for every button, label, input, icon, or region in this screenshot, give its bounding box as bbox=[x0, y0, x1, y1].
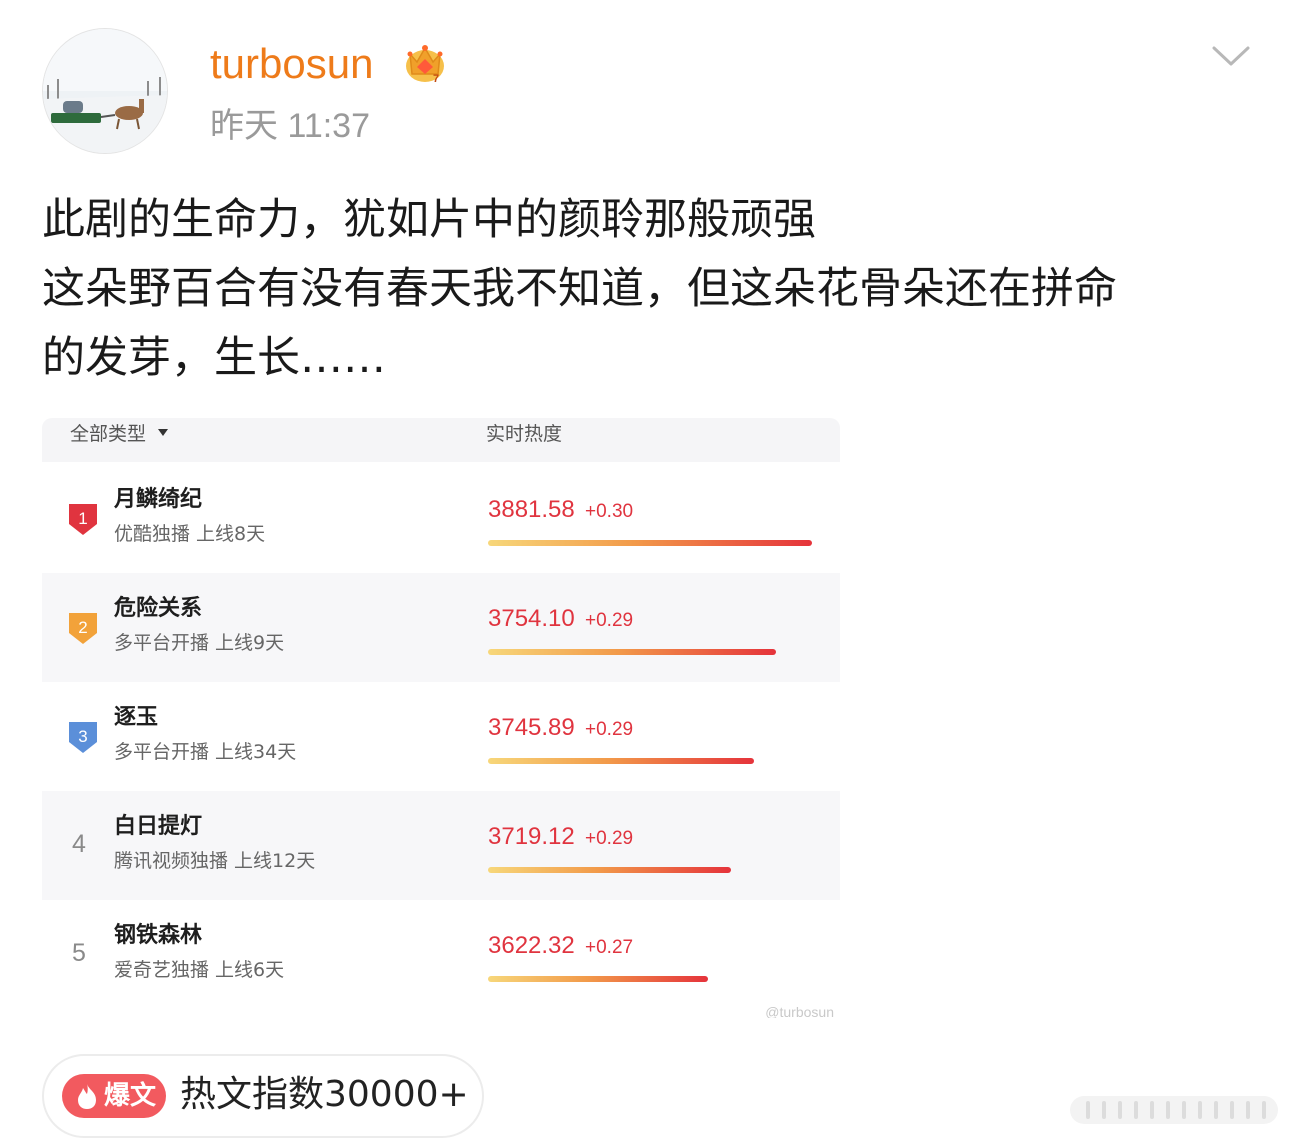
post-text-line: 这朵野百合有没有春天我不知道，但这朵花骨朵还在拼命 bbox=[42, 264, 1117, 314]
heat-score: 3881.58 bbox=[488, 496, 575, 523]
show-subtitle: 爱奇艺独播 上线6天 bbox=[114, 959, 285, 981]
hot-tag-label: 爆文 bbox=[104, 1081, 157, 1111]
show-subtitle: 优酷独播 上线8天 bbox=[114, 523, 266, 545]
heat-delta: +0.29 bbox=[585, 610, 634, 631]
post-body: 此剧的生命力，犹如片中的颜聆那般顽强 这朵野百合有没有春天我不知道，但这朵花骨朵… bbox=[42, 186, 1252, 393]
ranking-row: 3 逐玉 多平台开播 上线34天 3745.89 +0.29 bbox=[42, 682, 840, 791]
svg-text:7: 7 bbox=[433, 73, 439, 85]
hot-tag: 爆文 bbox=[62, 1074, 166, 1118]
heat-bar bbox=[488, 867, 731, 873]
heat-score: 3754.10 bbox=[488, 605, 575, 632]
post-timestamp: 昨天 11:37 bbox=[210, 107, 371, 145]
heat-bar bbox=[488, 540, 812, 546]
ranking-row: 1 月鳞绮纪 优酷独播 上线8天 3881.58 +0.30 bbox=[42, 464, 840, 573]
flame-icon bbox=[78, 1084, 96, 1109]
heat-bar bbox=[488, 649, 776, 655]
show-subtitle: 腾讯视频独播 上线12天 bbox=[114, 850, 316, 872]
show-title: 白日提灯 bbox=[114, 814, 203, 839]
show-subtitle: 多平台开播 上线34天 bbox=[114, 741, 297, 763]
heat-score: 3745.89 bbox=[488, 714, 575, 741]
show-title: 月鳞绮纪 bbox=[114, 487, 203, 512]
show-title: 危险关系 bbox=[114, 596, 203, 621]
rank-number: 3 bbox=[78, 727, 87, 746]
show-subtitle: 多平台开播 上线9天 bbox=[114, 632, 285, 654]
heat-bar bbox=[488, 976, 708, 982]
heat-delta: +0.29 bbox=[585, 719, 634, 740]
heat-score: 3719.12 bbox=[488, 823, 575, 850]
rank-number: 1 bbox=[78, 509, 87, 528]
show-title: 钢铁森林 bbox=[114, 923, 203, 948]
crown-icon: 7 bbox=[402, 40, 448, 86]
ranking-row: 5 钢铁森林 爱奇艺独播 上线6天 3622.32 +0.27 bbox=[42, 900, 840, 1009]
show-title: 逐玉 bbox=[114, 705, 159, 730]
heat-delta: +0.29 bbox=[585, 828, 634, 849]
rank-number: 5 bbox=[72, 939, 86, 967]
ranking-row: 2 危险关系 多平台开播 上线9天 3754.10 +0.29 bbox=[42, 573, 840, 682]
ranking-header: 全部类型 实时热度 bbox=[42, 418, 840, 462]
heat-delta: +0.30 bbox=[585, 501, 634, 522]
rank-badge-icon: 2 bbox=[68, 611, 98, 645]
ranking-row: 4 白日提灯 腾讯视频独播 上线12天 3719.12 +0.29 bbox=[42, 791, 840, 900]
heat-delta: +0.27 bbox=[585, 937, 634, 958]
rank-badge-icon: 3 bbox=[68, 720, 98, 754]
avatar-photo-sleigh bbox=[43, 29, 167, 153]
filter-label: 全部类型 bbox=[70, 423, 147, 445]
rank-badge-icon: 1 bbox=[68, 502, 98, 536]
avatar[interactable] bbox=[42, 28, 168, 154]
image-watermark: @turbosun bbox=[765, 1004, 834, 1018]
hot-index-text: 热文指数30000+ bbox=[180, 1074, 469, 1115]
username[interactable]: turbosun bbox=[210, 36, 373, 92]
heat-score: 3622.32 bbox=[488, 932, 575, 959]
caret-down-icon bbox=[158, 429, 168, 436]
ranking-image[interactable]: 全部类型 实时热度 1 月鳞绮纪 优酷独播 上线8天 3881.58 +0.30… bbox=[42, 418, 840, 1018]
column-label: 实时热度 bbox=[486, 423, 563, 445]
rank-number: 2 bbox=[78, 618, 87, 637]
rank-number: 4 bbox=[72, 830, 86, 858]
image-strip-indicator bbox=[1068, 1092, 1280, 1128]
post-text-line: 的发芽，生长…… bbox=[42, 333, 386, 383]
hot-post-badge[interactable]: 爆文 热文指数30000+ bbox=[42, 1054, 484, 1138]
chevron-down-icon[interactable] bbox=[1208, 40, 1254, 70]
heat-bar bbox=[488, 758, 754, 764]
post-text-line: 此剧的生命力，犹如片中的颜聆那般顽强 bbox=[42, 195, 816, 245]
